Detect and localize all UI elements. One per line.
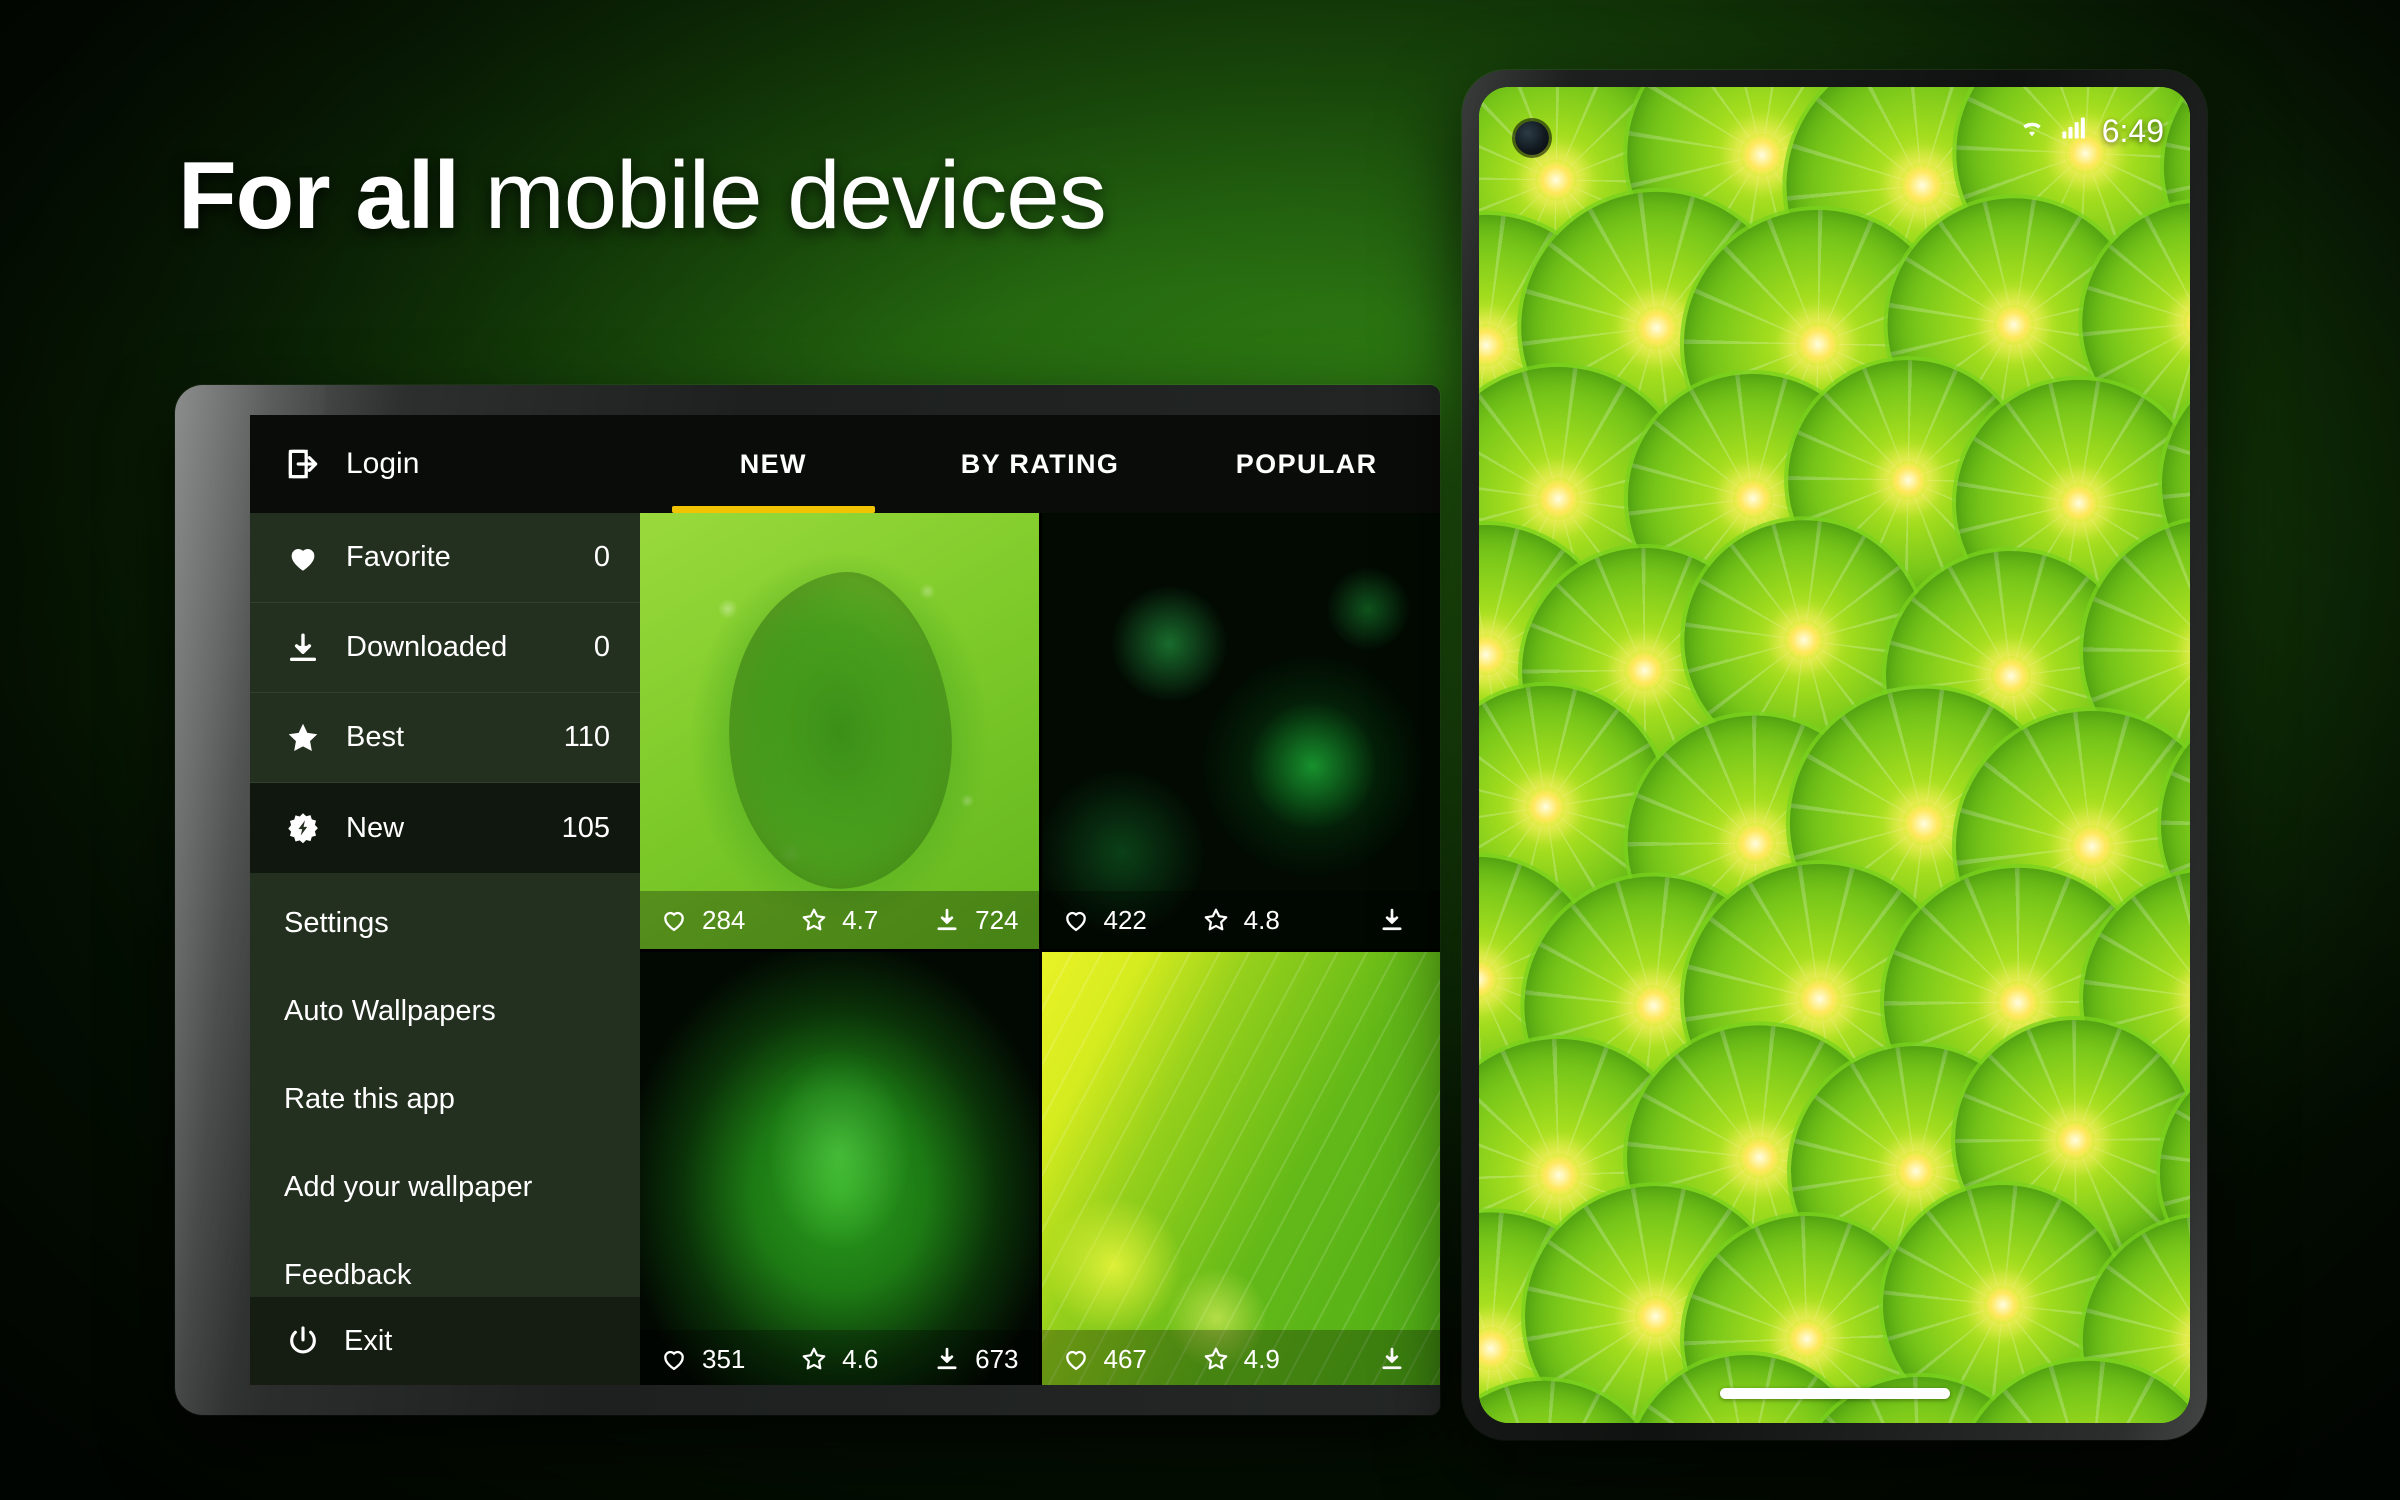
signal-bars-icon (2060, 113, 2088, 150)
rating-value: 4.8 (1243, 904, 1280, 935)
downloads-stat: 724 (897, 905, 1019, 936)
wallpaper-card[interactable]: 351 4.6 673 (640, 952, 1039, 1385)
sidebar-item-exit[interactable]: Exit (250, 1297, 640, 1385)
wallpaper-card[interactable]: 467 4.9 (1041, 952, 1440, 1385)
sidebar-item-new-label: New (346, 811, 405, 844)
heart-icon (284, 541, 322, 575)
rating-stat: 4.6 (782, 1344, 897, 1375)
tab-new[interactable]: NEW (640, 415, 907, 513)
wifi-icon (2018, 113, 2046, 150)
wallpaper-card[interactable]: 284 4.7 724 (640, 513, 1039, 949)
tab-by-rating[interactable]: BY RATING (907, 415, 1174, 513)
login-label: Login (346, 447, 420, 480)
sidebar-item-rate-this-app[interactable]: Rate this app (250, 1055, 640, 1143)
wallpaper-thumbnail (1041, 952, 1440, 1385)
phone-screen: 6:49 (1479, 87, 2190, 1423)
sidebar-item-downloaded[interactable]: Downloaded 0 (250, 603, 640, 693)
sidebar-item-auto-wallpapers[interactable]: Auto Wallpapers (250, 967, 640, 1055)
app-top-bar: Login NEW BY RATING POPULAR (250, 415, 1440, 513)
tablet-screen: Login NEW BY RATING POPULAR Favorite 0 D… (250, 415, 1440, 1385)
rating-value: 4.9 (1243, 1343, 1280, 1374)
download-icon (284, 631, 322, 665)
rating-stat: 4.8 (1183, 905, 1298, 936)
downloads-stat: 673 (897, 1344, 1019, 1375)
downloads-stat (1298, 1345, 1420, 1373)
sidebar-item-settings[interactable]: Settings (250, 879, 640, 967)
tab-bar: NEW BY RATING POPULAR (640, 415, 1440, 513)
likes-stat: 284 (660, 905, 782, 936)
page-title: For all mobile devices (178, 148, 1107, 244)
phone-front-camera (1515, 121, 1549, 155)
downloads-count: 673 (975, 1343, 1019, 1374)
sidebar-item-downloaded-label: Downloaded (346, 631, 508, 663)
rating-value: 4.6 (842, 1343, 879, 1374)
sidebar-item-best[interactable]: Best 110 (250, 693, 640, 783)
downloads-count: 724 (975, 904, 1019, 935)
phone-device: 6:49 (1462, 70, 2207, 1440)
page-title-bold: For all (178, 142, 460, 249)
wallpaper-stats: 467 4.9 (1041, 1330, 1440, 1385)
sidebar-item-new[interactable]: New 105 (250, 783, 640, 873)
sidebar-item-add-your-wallpaper[interactable]: Add your wallpaper (250, 1143, 640, 1231)
rating-stat: 4.9 (1183, 1344, 1298, 1375)
sidebar-item-best-count: 110 (563, 721, 610, 753)
power-icon (284, 1324, 322, 1358)
wallpaper-stats: 284 4.7 724 (640, 891, 1039, 949)
rating-value: 4.7 (842, 904, 879, 935)
rating-stat: 4.7 (782, 905, 897, 936)
sidebar-item-best-label: Best (346, 721, 405, 753)
lime-slices-wallpaper (1479, 87, 2190, 1423)
navigation-drawer: Favorite 0 Downloaded 0 Best 110 New 105… (250, 513, 640, 1385)
sidebar-item-favorite-label: Favorite (346, 541, 451, 573)
sidebar-item-new-count: 105 (561, 811, 610, 844)
status-time: 6:49 (2101, 113, 2164, 149)
star-icon (284, 720, 322, 756)
wallpaper-stats: 351 4.6 673 (640, 1330, 1039, 1385)
likes-count: 284 (702, 904, 746, 935)
wallpaper-thumbnail (640, 513, 1039, 949)
wallpaper-card[interactable]: 422 4.8 (1041, 513, 1440, 949)
tab-popular[interactable]: POPULAR (1173, 415, 1440, 513)
wallpaper-stats: 422 4.8 (1041, 891, 1440, 949)
wallpaper-grid: 284 4.7 724 422 4.8 351 4.6 673 467 4.9 (640, 513, 1440, 1385)
sidebar-item-exit-label: Exit (344, 1324, 393, 1357)
likes-stat: 351 (660, 1344, 782, 1375)
sidebar-item-favorite-count: 0 (593, 541, 610, 573)
likes-stat: 467 (1062, 1344, 1184, 1375)
tablet-device: Login NEW BY RATING POPULAR Favorite 0 D… (175, 385, 1440, 1415)
burst-icon (284, 811, 322, 845)
wallpaper-thumbnail (1041, 513, 1440, 949)
likes-count: 351 (702, 1343, 746, 1374)
wallpaper-thumbnail (640, 952, 1039, 1385)
login-arrow-icon (284, 445, 322, 483)
likes-stat: 422 (1062, 905, 1184, 936)
likes-count: 422 (1103, 904, 1147, 935)
downloads-stat (1298, 906, 1420, 934)
sidebar-item-downloaded-count: 0 (593, 631, 610, 663)
home-indicator[interactable] (1719, 1388, 1950, 1399)
login-button[interactable]: Login (250, 415, 640, 513)
phone-status-bar: 6:49 (2018, 113, 2164, 150)
page-title-light: mobile devices (484, 142, 1107, 249)
sidebar-item-favorite[interactable]: Favorite 0 (250, 513, 640, 603)
likes-count: 467 (1103, 1343, 1147, 1374)
